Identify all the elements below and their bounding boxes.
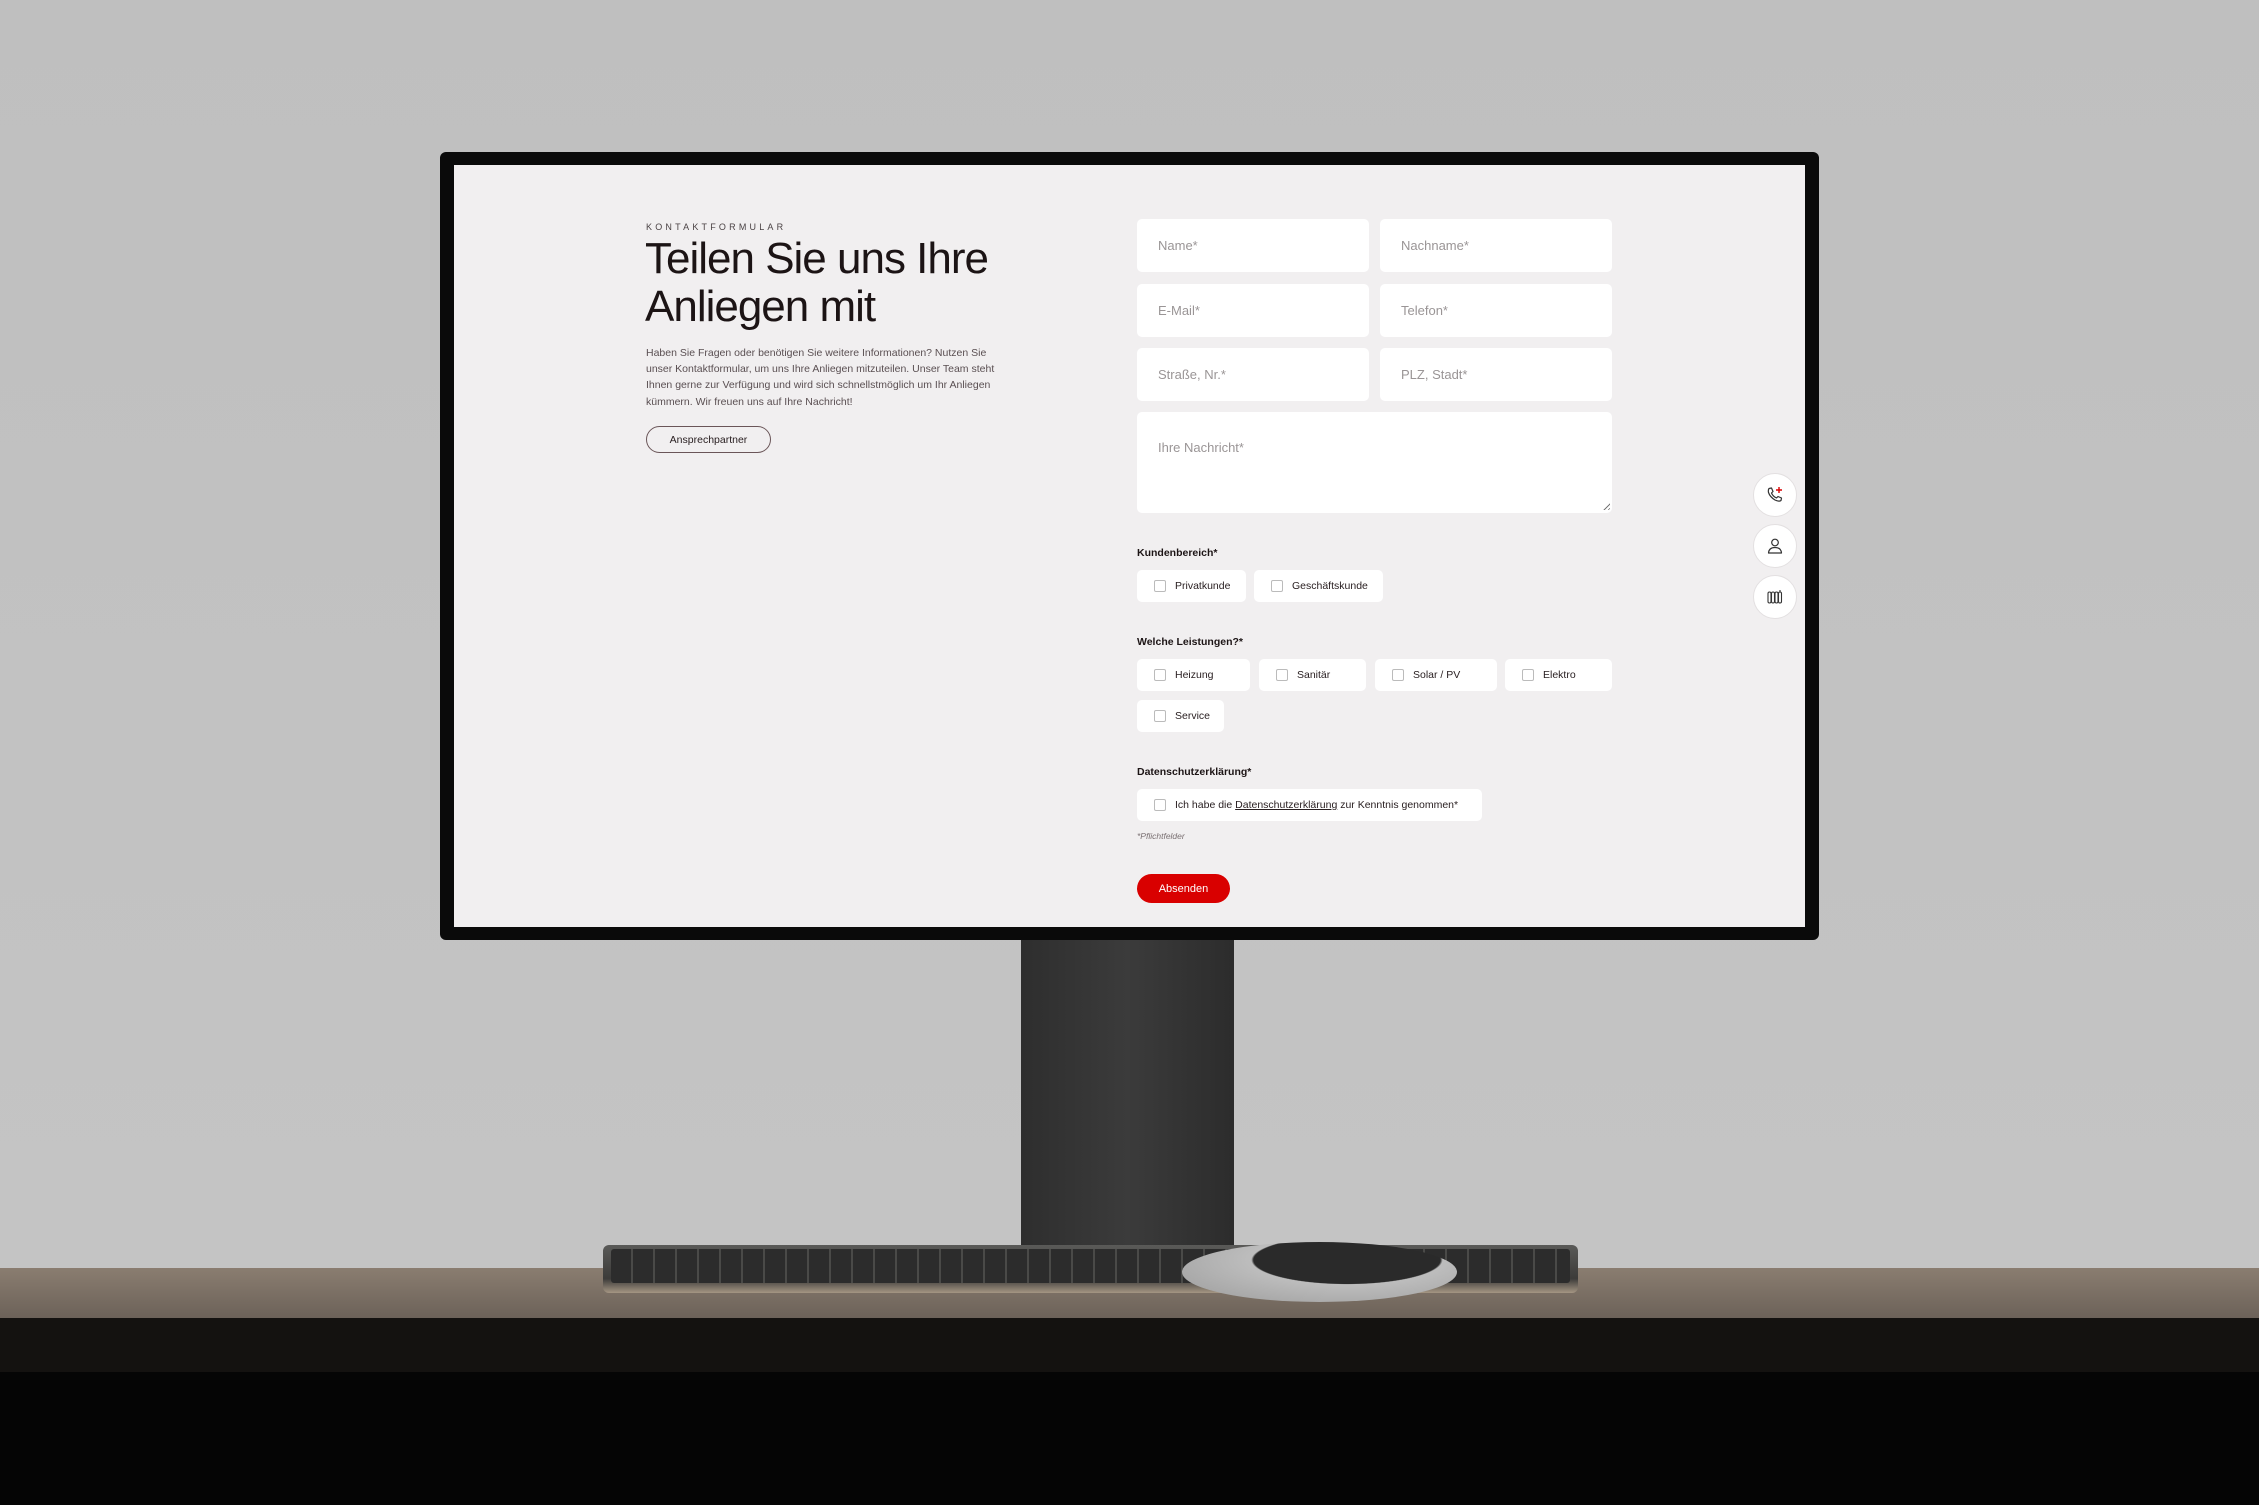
phone-field[interactable] bbox=[1380, 284, 1612, 337]
screen: KONTAKTFORMULAR Teilen Sie uns Ihre Anli… bbox=[454, 165, 1805, 927]
services-label: Welche Leistungen?* bbox=[1137, 636, 1243, 648]
phone-plus-icon bbox=[1767, 487, 1783, 502]
privacy-consent[interactable]: Ich habe die Datenschutzerklärung zur Ke… bbox=[1137, 789, 1482, 821]
required-note: *Pflichtfelder bbox=[1137, 831, 1185, 841]
option-label: Heizung bbox=[1175, 669, 1214, 681]
person-icon bbox=[1767, 538, 1783, 554]
option-heizung[interactable]: Heizung bbox=[1137, 659, 1250, 691]
option-label: Sanitär bbox=[1297, 669, 1331, 681]
option-sanitaer[interactable]: Sanitär bbox=[1259, 659, 1366, 691]
checkbox[interactable] bbox=[1392, 669, 1404, 681]
intro-text: Haben Sie Fragen oder benötigen Sie weit… bbox=[646, 347, 995, 408]
side-button-call[interactable] bbox=[1753, 473, 1797, 517]
submit-button[interactable]: Absenden bbox=[1137, 874, 1230, 903]
checkbox[interactable] bbox=[1154, 669, 1166, 681]
name-field[interactable] bbox=[1137, 219, 1369, 272]
page-title: Teilen Sie uns Ihre Anliegen mit bbox=[645, 234, 989, 331]
option-service[interactable]: Service bbox=[1137, 700, 1224, 732]
checkbox[interactable] bbox=[1522, 669, 1534, 681]
desk-front-edge bbox=[0, 1318, 2259, 1374]
privacy-text: Ich habe die Datenschutzerklärung zur Ke… bbox=[1175, 799, 1458, 811]
floor-shadow bbox=[0, 1372, 2259, 1505]
checkbox[interactable] bbox=[1154, 799, 1166, 811]
checkbox[interactable] bbox=[1154, 710, 1166, 722]
option-label: Solar / PV bbox=[1413, 669, 1461, 681]
option-geschaeftskunde[interactable]: Geschäftskunde bbox=[1254, 570, 1383, 602]
mouse bbox=[1182, 1242, 1457, 1302]
city-field[interactable] bbox=[1380, 348, 1612, 401]
privacy-label: Datenschutzerklärung* bbox=[1137, 766, 1252, 778]
option-label: Privatkunde bbox=[1175, 580, 1231, 592]
option-label: Elektro bbox=[1543, 669, 1576, 681]
checkbox[interactable] bbox=[1271, 580, 1283, 592]
option-elektro[interactable]: Elektro bbox=[1505, 659, 1612, 691]
contact-person-button[interactable]: Ansprechpartner bbox=[646, 426, 771, 453]
message-textarea[interactable] bbox=[1137, 412, 1612, 513]
side-button-radiator[interactable] bbox=[1753, 575, 1797, 619]
eyebrow-label: KONTAKTFORMULAR bbox=[646, 222, 787, 232]
option-solar-pv[interactable]: Solar / PV bbox=[1375, 659, 1497, 691]
side-button-contact[interactable] bbox=[1753, 524, 1797, 568]
email-field[interactable] bbox=[1137, 284, 1369, 337]
option-label: Geschäftskunde bbox=[1292, 580, 1368, 592]
checkbox[interactable] bbox=[1154, 580, 1166, 592]
privacy-suffix: zur Kenntnis genommen* bbox=[1340, 799, 1459, 811]
checkbox[interactable] bbox=[1276, 669, 1288, 681]
customer-area-label: Kundenbereich* bbox=[1137, 547, 1218, 559]
radiator-icon bbox=[1767, 590, 1783, 604]
privacy-prefix: Ich habe die bbox=[1175, 799, 1233, 811]
option-label: Service bbox=[1175, 710, 1211, 722]
privacy-policy-link[interactable]: Datenschutzerklärung bbox=[1235, 799, 1337, 811]
monitor-stand bbox=[1021, 930, 1234, 1260]
lastname-field[interactable] bbox=[1380, 219, 1612, 272]
street-field[interactable] bbox=[1137, 348, 1369, 401]
option-privatkunde[interactable]: Privatkunde bbox=[1137, 570, 1246, 602]
